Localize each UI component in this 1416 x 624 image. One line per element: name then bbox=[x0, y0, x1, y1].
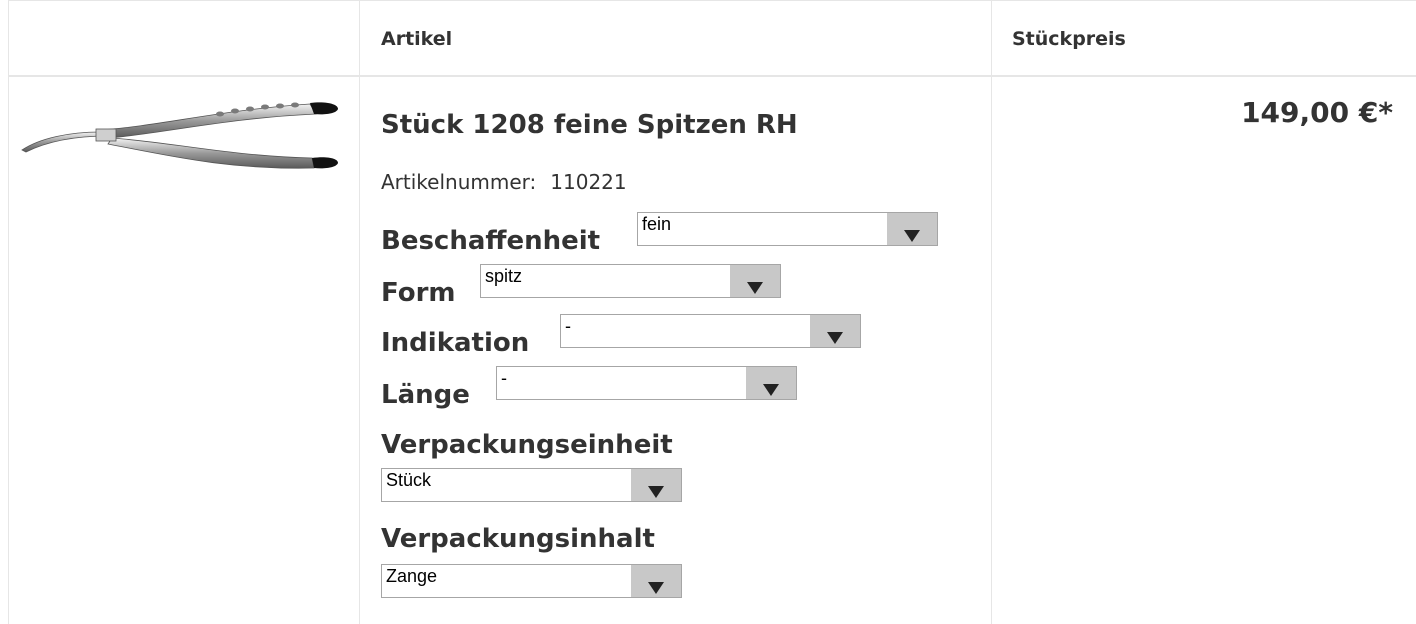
select-value: Stück bbox=[386, 470, 432, 490]
column-header-unit-price: Stückpreis bbox=[1012, 28, 1126, 50]
select-value: - bbox=[565, 316, 571, 336]
article-number-label: Artikelnummer: bbox=[381, 170, 537, 194]
indikation-select[interactable]: - bbox=[560, 314, 861, 348]
select-value: fein bbox=[642, 214, 672, 234]
verpackungsinhalt-select[interactable]: Zange bbox=[381, 564, 682, 598]
form-select[interactable]: spitz bbox=[480, 264, 781, 298]
dropdown-button[interactable] bbox=[887, 213, 937, 245]
option-label-form: Form bbox=[381, 278, 456, 308]
column-header-article: Artikel bbox=[381, 28, 453, 50]
option-label-indikation: Indikation bbox=[381, 328, 530, 358]
chevron-down-icon bbox=[904, 230, 920, 242]
pliers-icon bbox=[21, 102, 338, 169]
option-label-beschaffenheit: Beschaffenheit bbox=[381, 226, 601, 256]
product-title[interactable]: Stück 1208 feine Spitzen RH bbox=[381, 110, 798, 140]
dropdown-button[interactable] bbox=[730, 265, 780, 297]
option-label-verpackungsinhalt: Verpackungsinhalt bbox=[381, 524, 655, 554]
chevron-down-icon bbox=[648, 582, 664, 594]
column-divider bbox=[991, 1, 992, 624]
cart-table bbox=[8, 0, 1416, 624]
unit-price: 149,00 €* bbox=[1241, 96, 1393, 129]
dropdown-button[interactable] bbox=[631, 469, 681, 501]
beschaffenheit-select[interactable]: fein bbox=[637, 212, 938, 246]
dropdown-button[interactable] bbox=[746, 367, 796, 399]
select-value: - bbox=[501, 368, 507, 388]
chevron-down-icon bbox=[827, 332, 843, 344]
dropdown-button[interactable] bbox=[810, 315, 860, 347]
select-value: Zange bbox=[386, 566, 438, 586]
chevron-down-icon bbox=[763, 384, 779, 396]
dropdown-button[interactable] bbox=[631, 565, 681, 597]
select-value: spitz bbox=[485, 266, 523, 286]
option-label-laenge: Länge bbox=[381, 380, 470, 410]
article-number-value: 110221 bbox=[550, 170, 627, 194]
header-divider bbox=[9, 75, 1416, 77]
laenge-select[interactable]: - bbox=[496, 366, 797, 400]
chevron-down-icon bbox=[648, 486, 664, 498]
product-image[interactable] bbox=[20, 96, 340, 196]
article-number: Artikelnummer: 110221 bbox=[381, 170, 627, 194]
chevron-down-icon bbox=[747, 282, 763, 294]
option-label-verpackungseinheit: Verpackungseinheit bbox=[381, 430, 673, 460]
verpackungseinheit-select[interactable]: Stück bbox=[381, 468, 682, 502]
column-divider bbox=[359, 1, 360, 624]
